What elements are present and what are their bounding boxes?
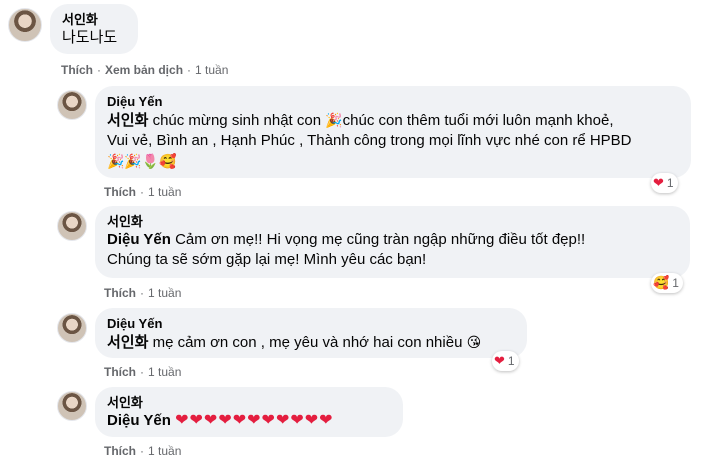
like-button[interactable]: Thích — [104, 286, 136, 300]
heart-icon: ❤ — [494, 353, 505, 368]
comment-text: Diệu Yến Cảm ơn mẹ!! Hi vọng mẹ cũng trà… — [107, 231, 586, 248]
avatar[interactable] — [8, 8, 42, 42]
heart-icon: ❤ — [653, 175, 664, 190]
comment-text: 서인화 chúc mừng sinh nhật con 🎉chúc con th… — [107, 112, 614, 129]
mention-tag[interactable]: 서인화 — [107, 334, 148, 351]
avatar[interactable] — [57, 313, 87, 343]
kissing-face-icon: 😘 — [466, 334, 482, 350]
comment-bubble: 서인화 Diệu Yến Cảm ơn mẹ!! Hi vọng mẹ cũng… — [95, 206, 690, 278]
reaction-badge[interactable]: ❤ 1 — [492, 351, 519, 371]
comment-actions: Thích · Xem bản dịch · 1 tuần — [61, 63, 229, 77]
comment-text: 서인화 mẹ cảm ơn con , mẹ yêu và nhớ hai co… — [107, 334, 482, 351]
timestamp[interactable]: 1 tuần — [195, 63, 228, 77]
comment-text-line: Vui vẻ, Bình an , Hạnh Phúc , Thành công… — [107, 132, 632, 149]
reaction-count: 1 — [507, 354, 515, 368]
emoji-line: 🎉🎉🌷🥰 — [107, 153, 177, 169]
mention-tag[interactable]: Diệu Yến — [107, 231, 171, 248]
timestamp[interactable]: 1 tuần — [148, 286, 181, 300]
comment-author[interactable]: 서인화 — [107, 395, 391, 411]
comment-author[interactable]: Diệu Yến — [107, 94, 679, 110]
party-popper-icon: 🎉 — [325, 112, 343, 128]
timestamp[interactable]: 1 tuần — [148, 444, 181, 458]
reaction-count: 1 — [672, 276, 679, 290]
avatar[interactable] — [57, 211, 87, 241]
like-button[interactable]: Thích — [104, 185, 136, 199]
comment-actions: Thích · 1 tuần — [104, 365, 182, 379]
comment-text-line: Chúng ta sẽ sớm gặp lại mẹ! Mình yêu các… — [107, 251, 427, 268]
mention-tag[interactable]: 서인화 — [107, 112, 148, 129]
like-button[interactable]: Thích — [61, 63, 93, 77]
avatar[interactable] — [57, 391, 87, 421]
comment-actions: Thích · 1 tuần — [104, 444, 182, 458]
comment-bubble: 서인화 Diệu Yến ❤❤❤❤❤❤❤❤❤❤❤ — [95, 387, 403, 437]
comment-actions: Thích · 1 tuần — [104, 286, 182, 300]
comment-bubble: Diệu Yến 서인화 chúc mừng sinh nhật con 🎉ch… — [95, 86, 691, 178]
comment-bubble: Diệu Yến 서인화 mẹ cảm ơn con , mẹ yêu và n… — [95, 308, 527, 358]
hearts-emoji-row: ❤❤❤❤❤❤❤❤❤❤❤ — [175, 412, 334, 429]
comment-author[interactable]: Diệu Yến — [107, 316, 515, 332]
comment-bubble: 서인화 나도나도 — [50, 4, 138, 54]
comment-actions: Thích · 1 tuần — [104, 185, 182, 199]
comment-text: Diệu Yến ❤❤❤❤❤❤❤❤❤❤❤ — [107, 411, 391, 431]
comment-author[interactable]: 서인화 — [107, 214, 678, 230]
reaction-badge[interactable]: ❤ 1 — [651, 173, 678, 193]
see-translation-link[interactable]: Xem bản dịch — [105, 63, 183, 77]
reaction-count: 1 — [666, 176, 674, 190]
comment-text: 나도나도 — [62, 29, 118, 46]
like-button[interactable]: Thích — [104, 365, 136, 379]
timestamp[interactable]: 1 tuần — [148, 185, 181, 199]
avatar[interactable] — [57, 90, 87, 120]
mention-tag[interactable]: Diệu Yến — [107, 412, 171, 429]
reaction-badge[interactable]: 🥰 1 — [651, 273, 683, 293]
comment-author[interactable]: 서인화 — [62, 12, 126, 28]
care-reaction-icon: 🥰 — [653, 275, 670, 290]
timestamp[interactable]: 1 tuần — [148, 365, 181, 379]
like-button[interactable]: Thích — [104, 444, 136, 458]
